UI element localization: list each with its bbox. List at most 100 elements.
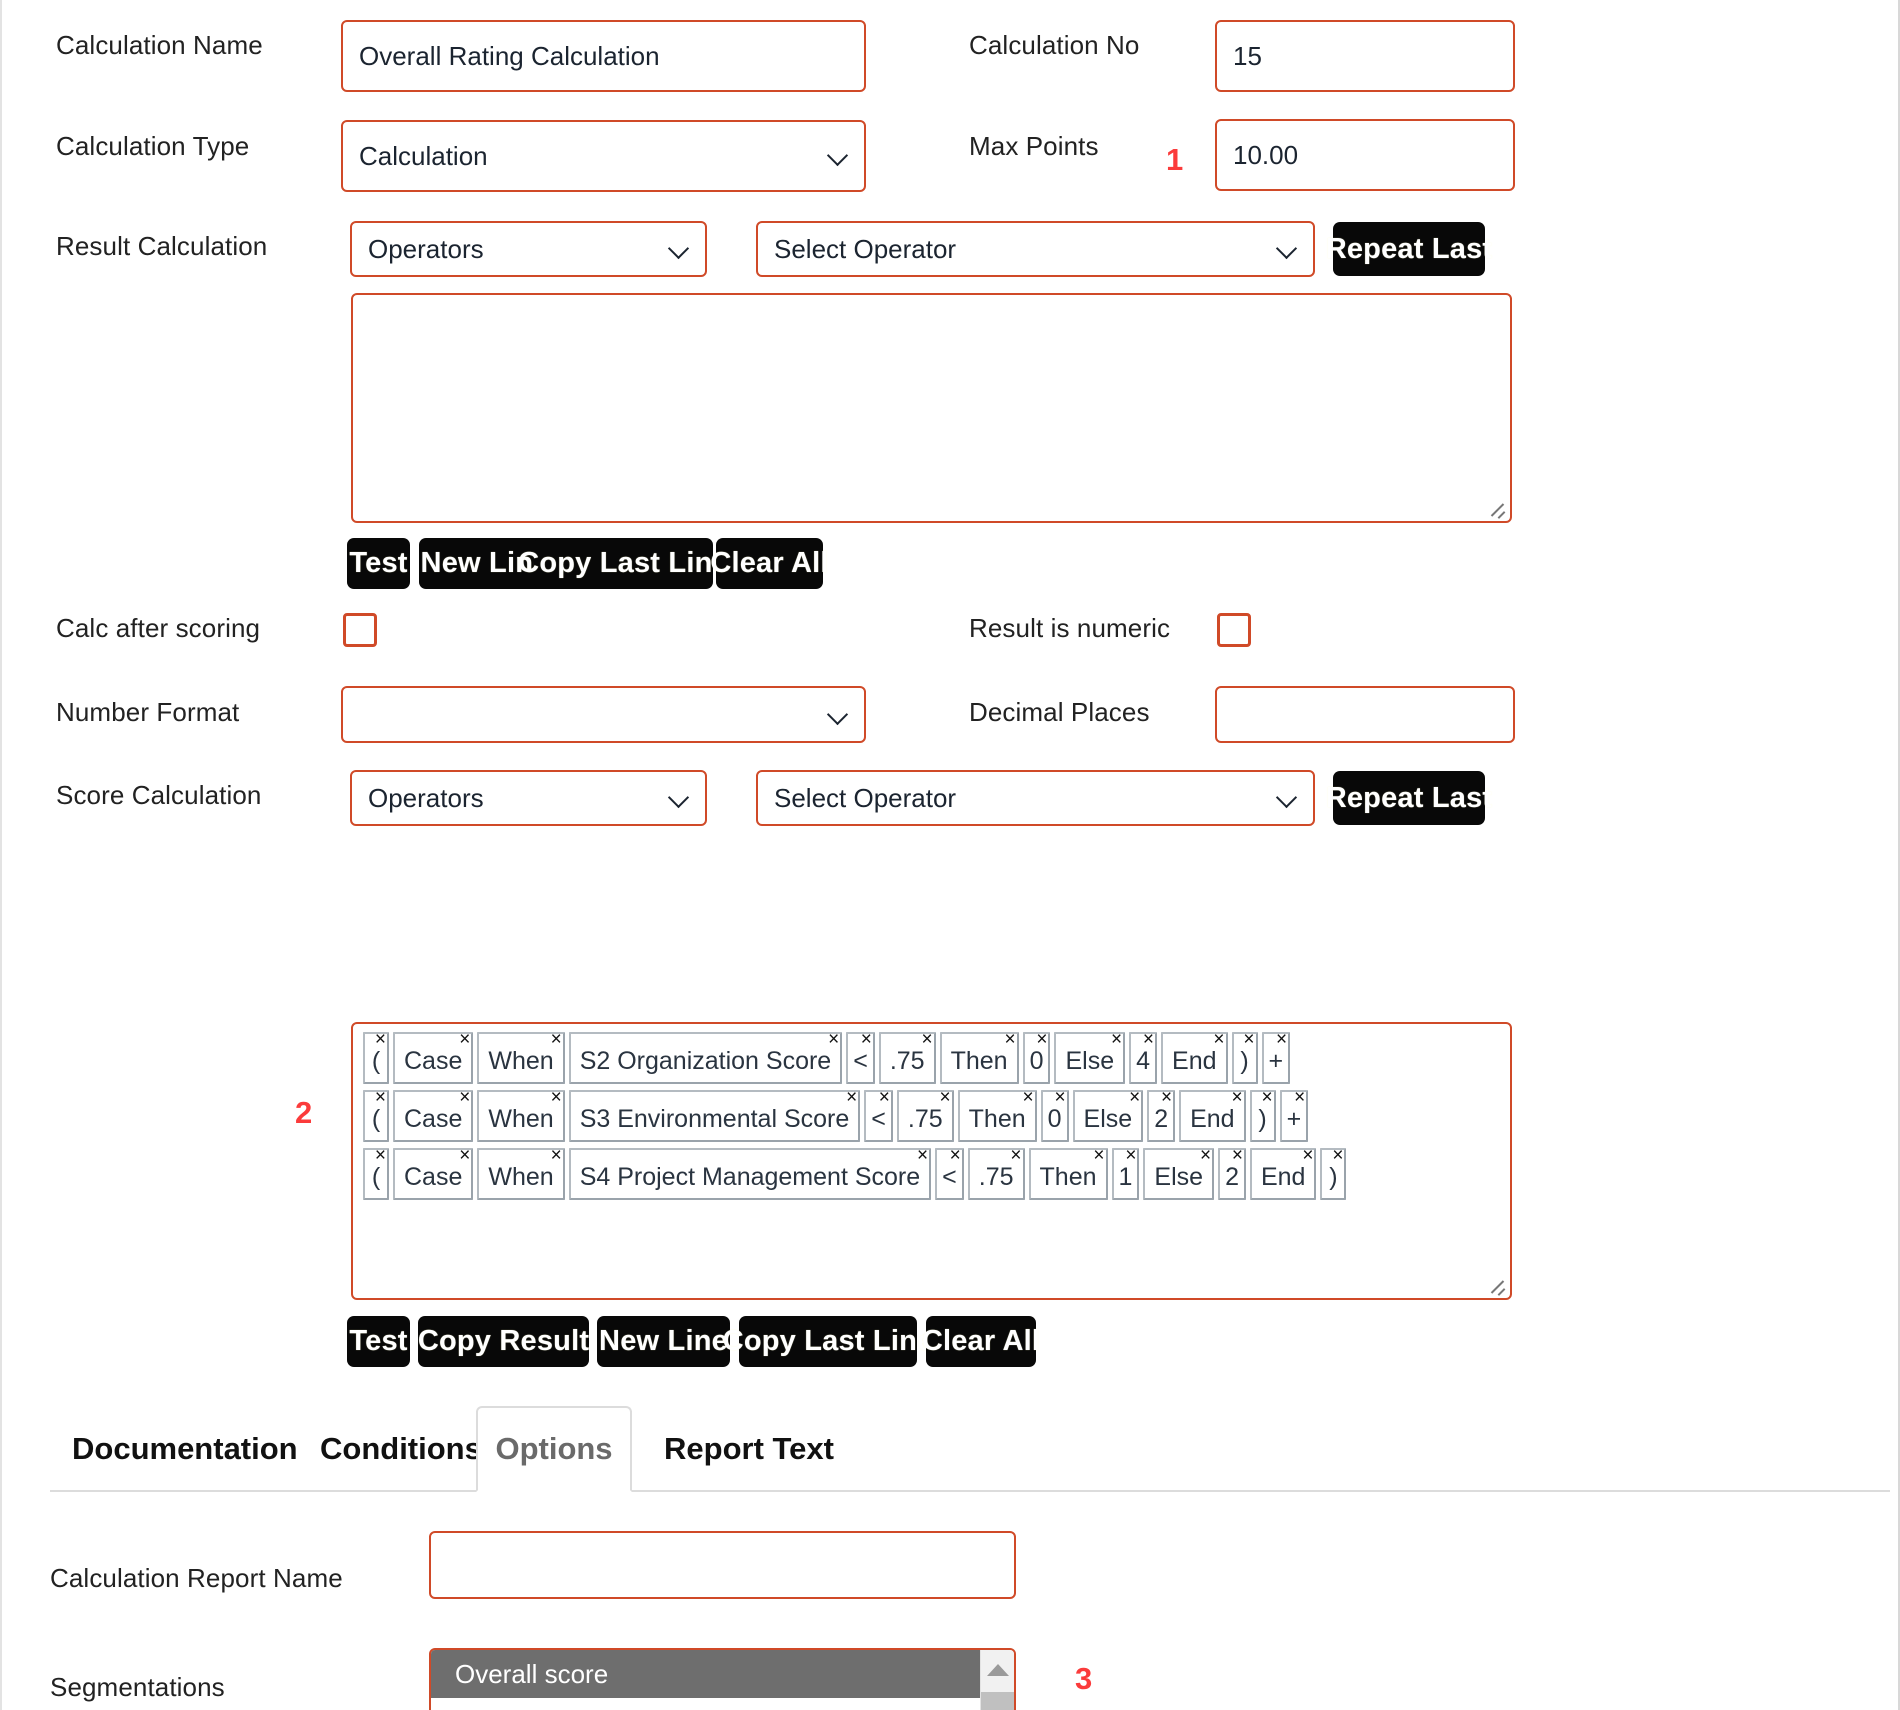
token-remove-icon[interactable]: × (375, 1146, 386, 1165)
segmentations-option-overall-score[interactable]: Overall score (431, 1650, 984, 1698)
expression-token[interactable]: )× (1320, 1148, 1346, 1200)
token-remove-icon[interactable]: × (1302, 1146, 1313, 1165)
score-expression-tokens-panel[interactable]: (×Case×When×S2 Organization Score×<×.75×… (351, 1022, 1512, 1300)
score-new-line-button[interactable]: New Line (597, 1316, 730, 1367)
calculation-report-name-input[interactable] (429, 1531, 1016, 1599)
token-remove-icon[interactable]: × (1232, 1146, 1243, 1165)
expression-token[interactable]: 2× (1218, 1148, 1246, 1200)
expression-token[interactable]: When× (477, 1148, 564, 1200)
expression-token[interactable]: Then× (958, 1090, 1037, 1142)
result-operators-select[interactable]: Operators (350, 221, 707, 277)
expression-token[interactable]: 1× (1112, 1148, 1140, 1200)
token-remove-icon[interactable]: × (861, 1030, 872, 1049)
calculation-name-input[interactable]: Overall Rating Calculation (341, 20, 866, 92)
expression-token[interactable]: When× (477, 1032, 564, 1084)
expression-token[interactable]: <× (846, 1032, 875, 1084)
score-operator-select[interactable]: Select Operator (756, 770, 1315, 826)
token-remove-icon[interactable]: × (1111, 1030, 1122, 1049)
token-remove-icon[interactable]: × (1010, 1146, 1021, 1165)
token-remove-icon[interactable]: × (459, 1030, 470, 1049)
expression-token[interactable]: 0× (1023, 1032, 1051, 1084)
score-test-button[interactable]: Test (347, 1316, 410, 1367)
tab-options[interactable]: Options (476, 1406, 632, 1492)
token-remove-icon[interactable]: × (1004, 1030, 1015, 1049)
expression-token[interactable]: 0× (1041, 1090, 1069, 1142)
token-remove-icon[interactable]: × (1231, 1088, 1242, 1107)
result-expression-textarea[interactable] (351, 293, 1512, 523)
token-remove-icon[interactable]: × (375, 1088, 386, 1107)
segmentations-listbox[interactable]: Overall score (429, 1648, 1016, 1710)
token-remove-icon[interactable]: × (1129, 1088, 1140, 1107)
calculation-no-input[interactable]: 15 (1215, 20, 1515, 92)
token-remove-icon[interactable]: × (1243, 1030, 1254, 1049)
token-remove-icon[interactable]: × (375, 1030, 386, 1049)
expression-token[interactable]: .75× (897, 1090, 954, 1142)
scrollbar-thumb[interactable] (981, 1692, 1014, 1710)
expression-token[interactable]: +× (1280, 1090, 1309, 1142)
token-remove-icon[interactable]: × (551, 1088, 562, 1107)
expression-token[interactable]: Else× (1054, 1032, 1125, 1084)
expression-token[interactable]: Else× (1073, 1090, 1144, 1142)
score-clear-all-button[interactable]: Clear All (926, 1316, 1036, 1367)
token-remove-icon[interactable]: × (1332, 1146, 1343, 1165)
token-remove-icon[interactable]: × (879, 1088, 890, 1107)
result-clear-all-button[interactable]: Clear All (716, 538, 823, 589)
expression-token[interactable]: )× (1232, 1032, 1258, 1084)
expression-token[interactable]: .75× (968, 1148, 1025, 1200)
token-remove-icon[interactable]: × (1125, 1146, 1136, 1165)
token-remove-icon[interactable]: × (917, 1146, 928, 1165)
calculation-type-select[interactable]: Calculation (341, 120, 866, 192)
token-remove-icon[interactable]: × (1161, 1088, 1172, 1107)
decimal-places-input[interactable] (1215, 686, 1515, 743)
expression-token[interactable]: +× (1262, 1032, 1291, 1084)
expression-token[interactable]: End× (1161, 1032, 1227, 1084)
token-remove-icon[interactable]: × (1143, 1030, 1154, 1049)
token-remove-icon[interactable]: × (940, 1088, 951, 1107)
expression-token[interactable]: End× (1179, 1090, 1245, 1142)
token-remove-icon[interactable]: × (846, 1088, 857, 1107)
expression-token[interactable]: .75× (879, 1032, 936, 1084)
score-copy-result-button[interactable]: Copy Result (418, 1316, 589, 1367)
expression-token[interactable]: <× (864, 1090, 893, 1142)
result-test-button[interactable]: Test (347, 538, 410, 589)
token-remove-icon[interactable]: × (551, 1030, 562, 1049)
token-remove-icon[interactable]: × (459, 1088, 470, 1107)
tab-documentation[interactable]: Documentation (50, 1406, 320, 1492)
token-remove-icon[interactable]: × (1261, 1088, 1272, 1107)
scroll-up-arrow-icon[interactable] (987, 1664, 1009, 1676)
expression-token[interactable]: Case× (393, 1148, 473, 1200)
token-remove-icon[interactable]: × (1213, 1030, 1224, 1049)
token-remove-icon[interactable]: × (1200, 1146, 1211, 1165)
token-remove-icon[interactable]: × (459, 1146, 470, 1165)
token-remove-icon[interactable]: × (1276, 1030, 1287, 1049)
token-remove-icon[interactable]: × (1294, 1088, 1305, 1107)
expression-token[interactable]: (× (363, 1148, 389, 1200)
number-format-select[interactable] (341, 686, 866, 743)
result-is-numeric-checkbox[interactable] (1217, 613, 1251, 647)
expression-token[interactable]: )× (1250, 1090, 1276, 1142)
calc-after-scoring-checkbox[interactable] (343, 613, 377, 647)
tab-conditions[interactable]: Conditions (298, 1406, 504, 1492)
token-remove-icon[interactable]: × (551, 1146, 562, 1165)
expression-token[interactable]: Then× (940, 1032, 1019, 1084)
expression-token[interactable]: Case× (393, 1032, 473, 1084)
max-points-input[interactable]: 10.00 (1215, 119, 1515, 191)
token-remove-icon[interactable]: × (1093, 1146, 1104, 1165)
expression-token[interactable]: 4× (1129, 1032, 1157, 1084)
token-remove-icon[interactable]: × (1054, 1088, 1065, 1107)
segmentations-scrollbar[interactable] (980, 1650, 1014, 1710)
expression-token[interactable]: (× (363, 1032, 389, 1084)
token-remove-icon[interactable]: × (1023, 1088, 1034, 1107)
expression-token[interactable]: (× (363, 1090, 389, 1142)
score-repeat-last-button[interactable]: Repeat Last (1333, 771, 1485, 825)
expression-token[interactable]: Else× (1143, 1148, 1214, 1200)
score-copy-last-line-button[interactable]: Copy Last Line (739, 1316, 917, 1367)
expression-token[interactable]: S4 Project Management Score× (569, 1148, 931, 1200)
token-remove-icon[interactable]: × (828, 1030, 839, 1049)
result-repeat-last-button[interactable]: Repeat Last (1333, 222, 1485, 276)
score-operators-select[interactable]: Operators (350, 770, 707, 826)
expression-token[interactable]: Case× (393, 1090, 473, 1142)
expression-token[interactable]: Then× (1029, 1148, 1108, 1200)
expression-token[interactable]: When× (477, 1090, 564, 1142)
token-remove-icon[interactable]: × (1036, 1030, 1047, 1049)
